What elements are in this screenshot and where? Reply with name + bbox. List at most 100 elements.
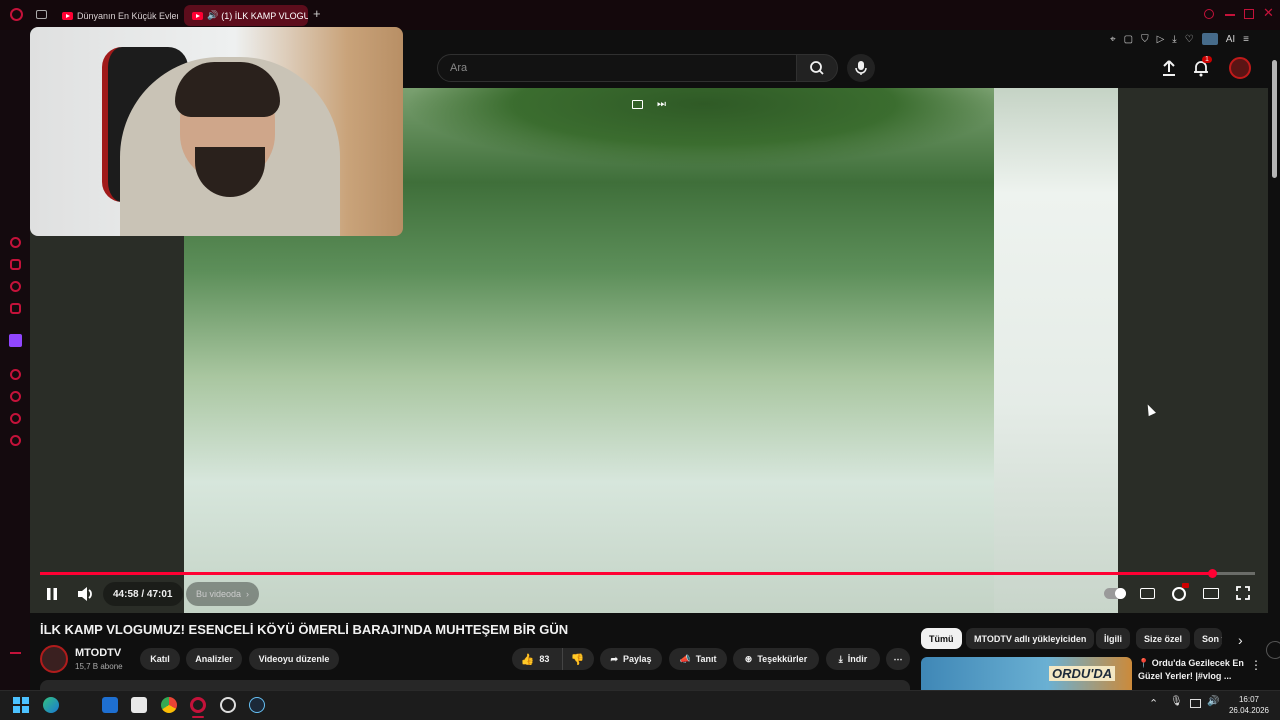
recommended-video-title[interactable]: 📍 Ordu'da Gezilecek En Güzel Yerler! |#v… xyxy=(1138,657,1248,683)
channel-name[interactable]: MTODTV xyxy=(75,647,121,659)
chip-from-uploader[interactable]: MTODTV adlı yükleyiciden xyxy=(966,628,1095,649)
webcam-hair xyxy=(175,62,280,117)
steam-icon[interactable] xyxy=(249,697,265,713)
taskbar-clock[interactable]: 16:07 26.04.2026 xyxy=(1224,694,1274,716)
miniplayer-icon[interactable] xyxy=(632,100,643,109)
download-icon[interactable]: ⤓ xyxy=(1172,34,1176,45)
store-icon[interactable] xyxy=(131,697,147,713)
outlook-icon[interactable] xyxy=(102,697,118,713)
tray-chevron-up-icon[interactable]: ⌃ xyxy=(1149,697,1158,710)
minimize-icon[interactable] xyxy=(1225,14,1235,16)
pause-icon xyxy=(47,588,57,600)
snapshot-icon[interactable]: ▢ xyxy=(1124,34,1133,45)
notification-badge: 1 xyxy=(1202,56,1212,63)
search-icon xyxy=(810,61,824,75)
maximize-icon[interactable] xyxy=(1244,9,1254,19)
create-upload-button[interactable] xyxy=(1160,59,1178,77)
windows-start-icon[interactable] xyxy=(13,697,29,713)
sidebar-twitch-icon[interactable] xyxy=(9,334,22,347)
description-box[interactable] xyxy=(40,680,910,690)
tray-mic-icon[interactable]: 🎙 xyxy=(1170,696,1183,707)
search-button[interactable] xyxy=(796,54,838,82)
analytics-button[interactable]: Analizler xyxy=(186,648,242,670)
channel-avatar[interactable] xyxy=(40,645,68,673)
notifications-button[interactable]: 1 xyxy=(1192,56,1212,77)
heart-icon[interactable]: ♡ xyxy=(1185,34,1194,45)
sidebar-player-icon[interactable] xyxy=(10,369,21,380)
pin-icon[interactable]: ⌖ xyxy=(1110,34,1116,45)
chapter-button[interactable]: Bu videoda › xyxy=(186,582,260,606)
subtitles-icon[interactable] xyxy=(1140,588,1155,599)
sidebar-bookmarks-icon[interactable] xyxy=(10,413,21,424)
browser-tab[interactable]: Dünyanın En Küçük Evler! xyxy=(54,5,178,26)
browser-tab-active[interactable]: 🔊 (1) İLK KAMP VLOGUMUZ xyxy=(184,5,308,26)
sidebar-instagram-icon[interactable] xyxy=(10,303,21,314)
opera-logo-icon[interactable] xyxy=(10,8,23,21)
promote-label: Tanıt xyxy=(695,654,717,664)
recommended-more-icon[interactable]: ⋮ xyxy=(1250,658,1262,672)
play-icon[interactable]: ▷ xyxy=(1157,34,1165,45)
autoplay-toggle[interactable] xyxy=(1104,588,1126,599)
download-button[interactable]: ⤓ İndir xyxy=(826,648,880,670)
search-input[interactable]: Ara xyxy=(437,54,797,82)
super-thanks-icon: ⊛ xyxy=(744,653,753,664)
fullscreen-icon[interactable] xyxy=(1236,586,1250,600)
active-app-indicator xyxy=(192,716,204,718)
chip-related[interactable]: İlgili xyxy=(1096,628,1130,649)
upload-icon xyxy=(1163,60,1175,76)
share-button[interactable]: ➦ Paylaş xyxy=(600,648,662,670)
search-tabs-icon[interactable] xyxy=(1204,9,1214,19)
edge-icon[interactable] xyxy=(43,697,59,713)
chip-for-you[interactable]: Size özel xyxy=(1136,628,1191,649)
chip-recent[interactable]: Son y xyxy=(1194,628,1222,649)
dislike-button[interactable]: 👎 xyxy=(562,648,592,670)
chapter-label: Bu videoda xyxy=(196,589,242,599)
edit-video-button[interactable]: Videoyu düzenle xyxy=(249,648,339,670)
volume-button[interactable] xyxy=(74,582,98,606)
thanks-button[interactable]: ⊛ Teşekkürler xyxy=(733,648,819,670)
join-button[interactable]: Katıl xyxy=(140,648,180,670)
settings-gear-icon[interactable] xyxy=(1172,583,1189,601)
sidebar-settings-icon[interactable] xyxy=(10,435,21,446)
profile-avatar-icon[interactable] xyxy=(1201,33,1218,45)
close-window-icon[interactable]: ✕ xyxy=(1263,5,1274,21)
clock-app-icon[interactable] xyxy=(220,697,236,713)
megaphone-icon: 📣 xyxy=(679,653,691,664)
pause-button[interactable] xyxy=(40,582,64,606)
download-label: İndir xyxy=(847,654,868,664)
voice-search-button[interactable] xyxy=(847,54,875,82)
skip-next-icon[interactable]: ⏭ xyxy=(657,99,666,110)
share-icon: ➦ xyxy=(610,653,618,664)
tray-network-icon[interactable] xyxy=(1190,699,1201,708)
shield-icon[interactable]: ⛉ xyxy=(1141,34,1149,45)
browser-toolbar: ⌖ ▢ ⛉ ▷ ⤓ ♡ AI ≡ xyxy=(1110,30,1280,48)
sidebar-messenger-icon[interactable] xyxy=(10,281,21,292)
tab-island-icon[interactable] xyxy=(36,10,47,19)
new-tab-plus-icon[interactable]: + xyxy=(313,6,321,21)
sidebar-music-icon[interactable] xyxy=(10,259,21,270)
sidebar-history-icon[interactable] xyxy=(10,391,21,402)
aria-ai-label[interactable]: AI xyxy=(1226,34,1235,45)
chip-all[interactable]: Tümü xyxy=(921,628,962,649)
theater-mode-icon[interactable] xyxy=(1203,588,1219,599)
chips-overflow-button[interactable] xyxy=(1266,641,1280,659)
menu-icon[interactable]: ≡ xyxy=(1243,34,1249,45)
thumbs-down-icon: 👎 xyxy=(570,653,585,666)
chips-next-chevron-icon[interactable]: › xyxy=(1238,632,1243,648)
more-actions-button[interactable]: ⋯ xyxy=(886,648,910,670)
autoplay-knob xyxy=(1115,588,1126,599)
recommended-video-thumbnail[interactable]: ORDU'DA xyxy=(921,657,1132,690)
sidebar-more-icon[interactable] xyxy=(10,652,21,654)
page-scrollbar[interactable] xyxy=(1272,60,1277,178)
sidebar-opera-icon[interactable] xyxy=(10,237,21,248)
like-button[interactable]: 👍 83 xyxy=(512,648,558,670)
opera-gx-taskbar-icon[interactable] xyxy=(190,697,206,713)
chrome-icon[interactable] xyxy=(161,697,177,713)
clock-date: 26.04.2026 xyxy=(1228,706,1270,715)
subscriber-count: 15,7 B abone xyxy=(75,662,123,671)
account-avatar[interactable] xyxy=(1229,57,1251,79)
tray-volume-icon[interactable]: 🔊 xyxy=(1207,696,1219,707)
promote-button[interactable]: 📣 Tanıt xyxy=(669,648,727,670)
thumbs-up-icon: 👍 xyxy=(520,653,535,666)
like-count: 83 xyxy=(539,654,550,664)
